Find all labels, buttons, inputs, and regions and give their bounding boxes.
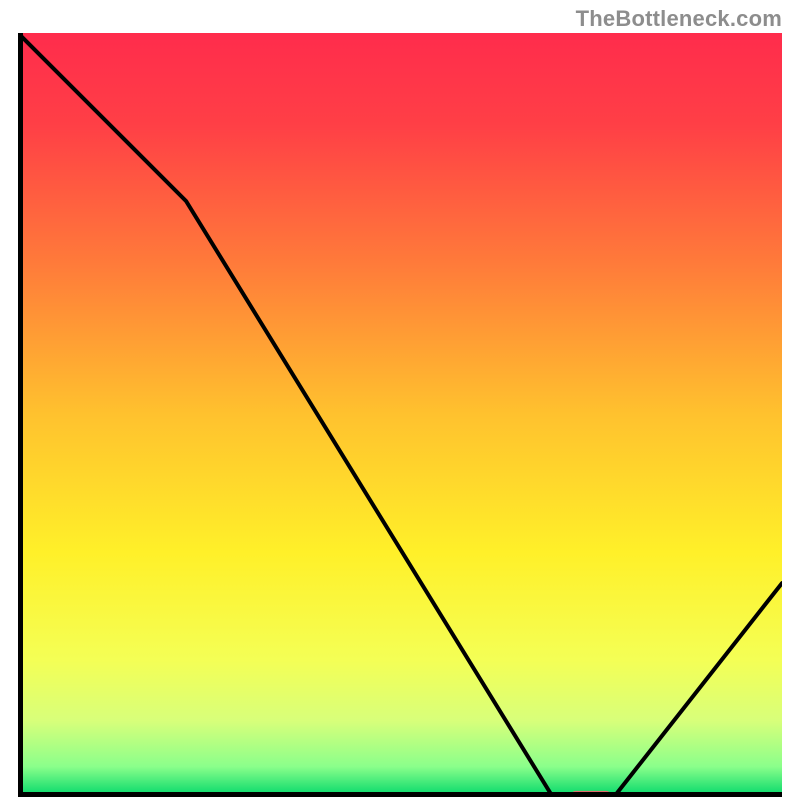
chart-frame — [18, 33, 782, 797]
bottleneck-chart — [18, 33, 782, 797]
watermark-text: TheBottleneck.com — [576, 6, 782, 32]
